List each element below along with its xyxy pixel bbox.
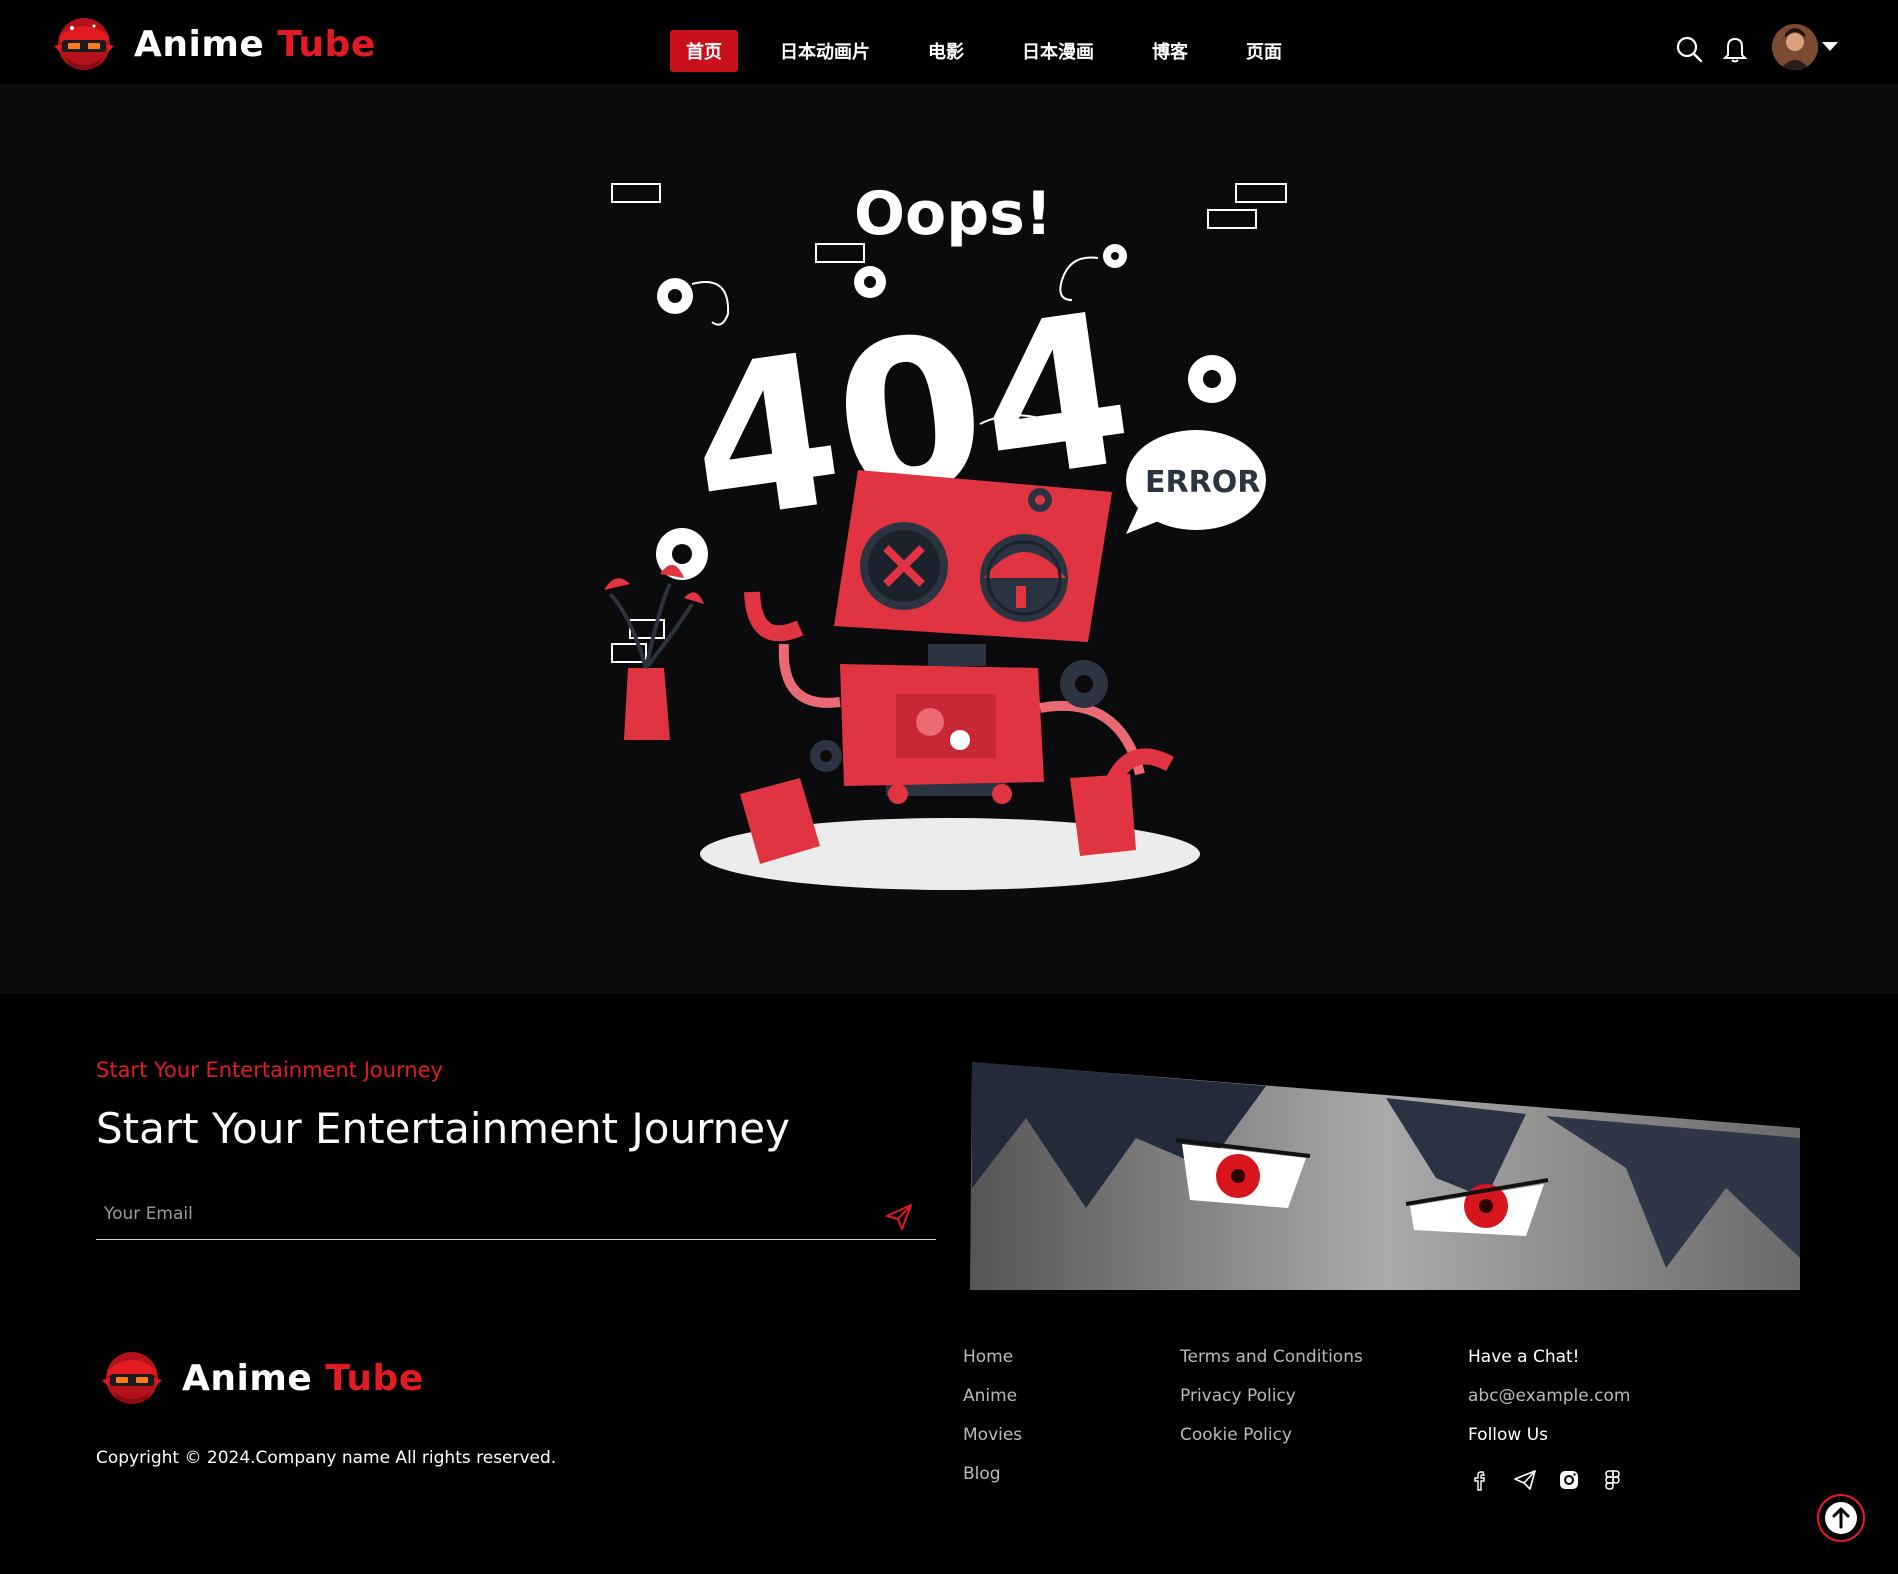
footer-link-anime[interactable]: Anime [963, 1385, 1022, 1424]
back-to-top-button[interactable] [1817, 1494, 1865, 1542]
newsletter-headline: Start Your Entertainment Journey [96, 1104, 790, 1153]
error-404-section: Oops! 404 ERROR [0, 84, 1898, 994]
footer-link-movies[interactable]: Movies [963, 1424, 1022, 1463]
footer-link-cookie[interactable]: Cookie Policy [1180, 1424, 1363, 1463]
instagram-icon[interactable] [1556, 1467, 1582, 1493]
nav-item-blog[interactable]: 博客 [1136, 30, 1204, 72]
follow-title: Follow Us [1468, 1425, 1549, 1445]
chat-title: Have a Chat! [1468, 1347, 1580, 1367]
footer-logo[interactable]: Anime Tube [96, 1348, 424, 1408]
footer-link-home[interactable]: Home [963, 1346, 1022, 1385]
footer-link-blog[interactable]: Blog [963, 1463, 1022, 1502]
footer-link-privacy[interactable]: Privacy Policy [1180, 1385, 1363, 1424]
contact-email-link[interactable]: abc@example.com [1468, 1385, 1644, 1424]
footer-contact: Have a Chat! abc@example.com Follow Us [1468, 1346, 1644, 1493]
logo-word-tube: Tube [325, 1357, 424, 1399]
nav-item-anime[interactable]: 日本动画片 [764, 30, 886, 72]
error-404-illustration: Oops! 404 ERROR [604, 179, 1287, 890]
chevron-down-icon[interactable] [1822, 42, 1838, 51]
arrow-up-icon [1825, 1502, 1857, 1534]
anime-eyes-banner [970, 1062, 1800, 1290]
send-icon[interactable] [884, 1202, 914, 1232]
footer-links-main: Home Anime Movies Blog [963, 1346, 1022, 1502]
social-links [1468, 1467, 1644, 1493]
error-bubble-text: ERROR [1145, 465, 1260, 500]
copyright-text: Copyright © 2024.Company name All rights… [96, 1448, 557, 1468]
figma-icon[interactable] [1600, 1467, 1626, 1493]
site-logo[interactable]: Anime Tube [48, 14, 376, 74]
main-nav: 首页 日本动画片 电影 日本漫画 博客 页面 [670, 30, 1324, 72]
nav-item-home[interactable]: 首页 [670, 30, 738, 72]
nav-item-pages[interactable]: 页面 [1230, 30, 1298, 72]
newsletter-eyebrow: Start Your Entertainment Journey [96, 1058, 443, 1082]
search-icon[interactable] [1674, 34, 1704, 64]
site-footer: Start Your Entertainment Journey Start Y… [0, 994, 1898, 1574]
telegram-icon[interactable] [1512, 1467, 1538, 1493]
logo-word-anime: Anime [134, 23, 265, 65]
ninja-logo-icon [102, 1352, 162, 1404]
newsletter-form [96, 1190, 936, 1240]
footer-link-terms[interactable]: Terms and Conditions [1180, 1346, 1363, 1385]
top-navbar: Anime Tube 首页 日本动画片 电影 日本漫画 博客 页面 [0, 0, 1898, 84]
footer-logo-text: Anime Tube [182, 1358, 424, 1399]
site-logo-text: Anime Tube [134, 24, 376, 65]
nav-item-movies[interactable]: 电影 [912, 30, 980, 72]
ninja-logo-icon [54, 18, 114, 70]
footer-links-legal: Terms and Conditions Privacy Policy Cook… [1180, 1346, 1363, 1463]
logo-word-anime: Anime [182, 1357, 313, 1399]
email-input[interactable] [96, 1190, 876, 1238]
avatar-image [1772, 24, 1818, 70]
logo-word-tube: Tube [277, 23, 376, 65]
nav-item-manga[interactable]: 日本漫画 [1006, 30, 1110, 72]
bell-icon[interactable] [1720, 34, 1750, 64]
user-avatar[interactable] [1772, 24, 1818, 70]
oops-text: Oops! [854, 179, 1052, 249]
facebook-icon[interactable] [1468, 1467, 1494, 1493]
